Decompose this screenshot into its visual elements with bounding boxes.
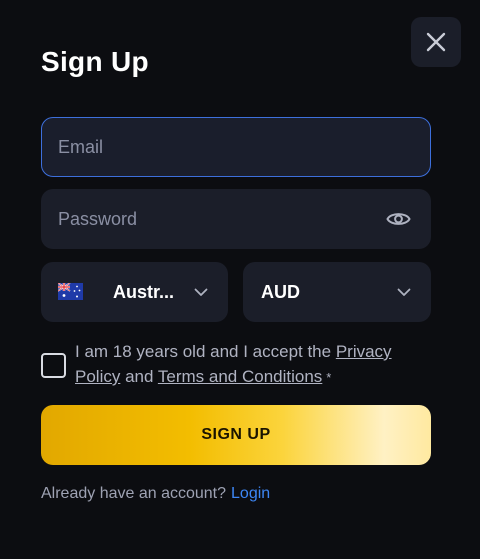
terms-text: I am 18 years old and I accept the Priva… — [75, 339, 425, 390]
currency-select[interactable]: AUD — [243, 262, 431, 322]
chevron-down-icon — [397, 288, 411, 296]
chevron-down-icon — [194, 288, 208, 296]
password-field[interactable] — [41, 189, 431, 249]
email-field[interactable] — [42, 118, 430, 176]
terms-and: and — [120, 367, 158, 386]
currency-value: AUD — [261, 282, 300, 302]
country-select[interactable]: Austr... — [41, 262, 228, 322]
close-icon — [426, 32, 446, 52]
login-link[interactable]: Login — [231, 485, 270, 502]
terms-conditions-link[interactable]: Terms and Conditions — [158, 367, 322, 386]
country-value: Austr... — [113, 282, 175, 302]
close-button[interactable] — [411, 17, 461, 67]
page-title: Sign Up — [41, 46, 149, 77]
terms-prefix: I am 18 years old and I accept the — [75, 342, 336, 361]
terms-checkbox[interactable] — [41, 353, 66, 378]
login-prompt-text: Already have an account? — [41, 485, 227, 502]
eye-icon[interactable] — [386, 208, 411, 230]
email-field-wrapper — [41, 117, 431, 177]
required-mark: * — [326, 370, 332, 385]
login-prompt: Already have an account? Login — [41, 485, 270, 503]
password-field-wrapper — [41, 189, 431, 249]
australia-flag-icon — [58, 283, 83, 300]
sign-up-button[interactable]: SIGN UP — [41, 405, 431, 465]
